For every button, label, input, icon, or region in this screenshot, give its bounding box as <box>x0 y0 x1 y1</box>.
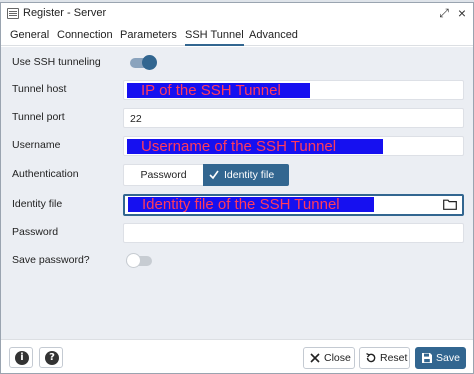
save-password-label: Save password? <box>12 254 90 266</box>
toggle-knob <box>142 55 157 70</box>
tunnel-port-value: 22 <box>130 113 142 125</box>
tab-advanced[interactable]: Advanced <box>249 29 298 41</box>
dialog-title: Register - Server <box>23 7 107 19</box>
username-input[interactable]: Username of the SSH Tunnel <box>123 136 464 156</box>
auth-option-password[interactable]: Password <box>124 165 203 185</box>
tab-general[interactable]: General <box>10 29 49 41</box>
use-ssh-tunneling-toggle[interactable] <box>130 55 157 70</box>
reset-button[interactable]: Reset <box>359 347 410 369</box>
info-icon: i <box>15 351 29 365</box>
toggle-knob <box>126 253 141 268</box>
checkmark-icon <box>209 170 219 180</box>
save-password-toggle[interactable] <box>126 253 152 268</box>
identity-file-label: Identity file <box>12 198 63 210</box>
tab-parameters[interactable]: Parameters <box>120 29 177 41</box>
close-button[interactable]: Close <box>303 347 355 369</box>
auth-option-identity-file-label: Identity file <box>224 169 275 181</box>
authentication-toggle-group: Password Identity file <box>123 164 289 186</box>
use-ssh-tunneling-label: Use SSH tunneling <box>12 56 101 68</box>
help-icon: ? <box>45 351 59 365</box>
help-button[interactable]: ? <box>39 347 63 368</box>
expand-icon[interactable]: ⤢ <box>437 6 451 20</box>
tunnel-host-label: Tunnel host <box>12 83 67 95</box>
tunnel-port-input[interactable]: 22 <box>123 108 464 128</box>
close-button-label: Close <box>324 352 351 364</box>
password-label: Password <box>12 226 59 238</box>
tunnel-port-label: Tunnel port <box>12 111 65 123</box>
tunnel-host-value: IP of the SSH Tunnel <box>127 83 310 98</box>
reset-icon <box>366 353 376 363</box>
identity-file-value: Identity file of the SSH Tunnel <box>128 197 374 212</box>
authentication-label: Authentication <box>12 168 79 180</box>
tunnel-host-input[interactable]: IP of the SSH Tunnel <box>123 80 464 100</box>
tab-connection[interactable]: Connection <box>57 29 113 41</box>
server-icon <box>7 8 19 19</box>
close-icon[interactable]: × <box>455 5 469 21</box>
folder-icon[interactable] <box>443 199 457 210</box>
dialog-footer: i ? Close Reset Save <box>1 339 473 373</box>
save-button[interactable]: Save <box>415 347 466 369</box>
username-value: Username of the SSH Tunnel <box>127 139 383 154</box>
close-x-icon <box>310 353 320 363</box>
save-button-label: Save <box>436 352 460 364</box>
tab-ssh-tunnel[interactable]: SSH Tunnel <box>185 29 244 46</box>
password-input[interactable] <box>123 223 464 243</box>
identity-file-input[interactable]: Identity file of the SSH Tunnel <box>123 194 464 216</box>
dialog-titlebar[interactable]: Register - Server ⤢ × <box>1 3 473 25</box>
auth-option-identity-file[interactable]: Identity file <box>203 164 289 186</box>
info-button[interactable]: i <box>9 347 33 368</box>
ssh-tunnel-panel: Use SSH tunneling Tunnel host IP of the … <box>1 47 473 339</box>
floppy-disk-icon <box>422 353 432 363</box>
username-label: Username <box>12 139 61 151</box>
tab-bar: General Connection Parameters SSH Tunnel… <box>1 25 473 46</box>
reset-button-label: Reset <box>380 352 408 364</box>
register-server-dialog: Register - Server ⤢ × General Connection… <box>0 2 474 374</box>
